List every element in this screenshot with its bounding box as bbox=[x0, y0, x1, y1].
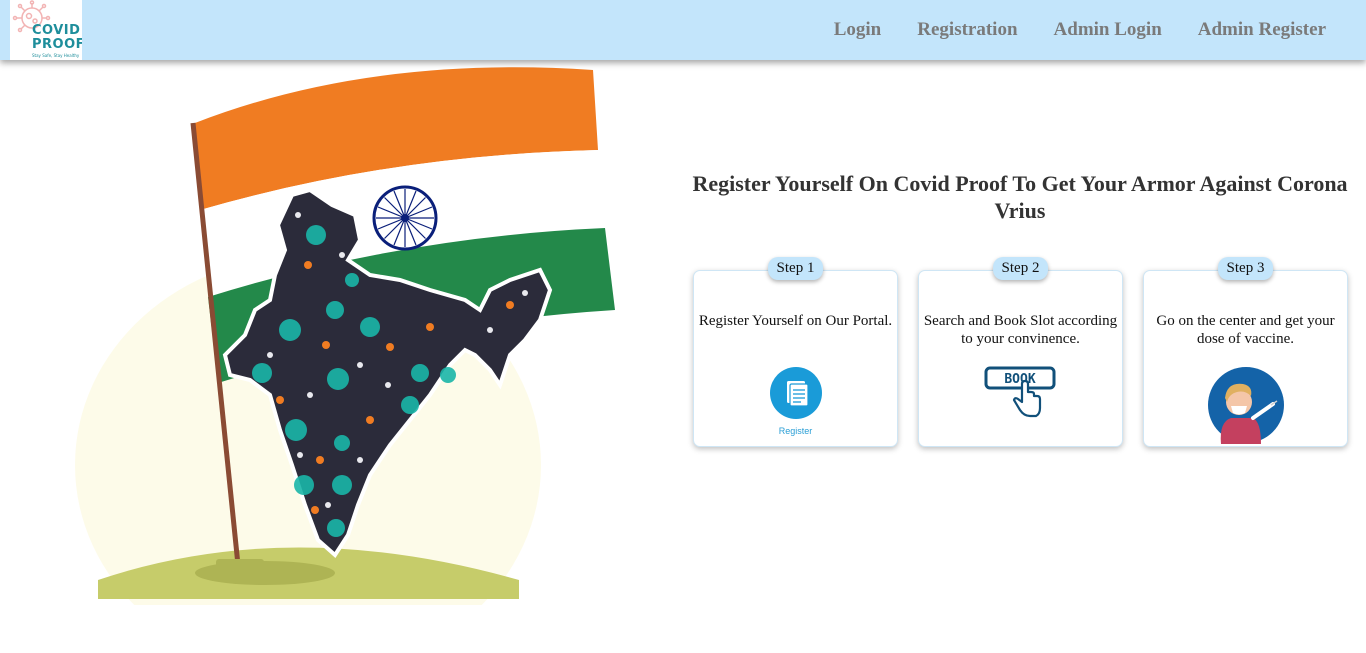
svg-text:BOOK: BOOK bbox=[1004, 372, 1035, 387]
nav-registration-link[interactable]: Registration bbox=[917, 19, 1017, 41]
nav-admin-register-link[interactable]: Admin Register bbox=[1198, 19, 1326, 41]
brand-tagline: Stay Safe, Stay Healthy bbox=[32, 53, 80, 58]
step-caption-1: Register bbox=[778, 426, 813, 436]
step-text-3: Go on the center and get your dose of va… bbox=[1156, 313, 1335, 347]
brand-name-line1: COVID bbox=[32, 23, 81, 38]
flag-pole-base bbox=[216, 559, 264, 568]
step-badge-3: Step 3 bbox=[1217, 257, 1274, 280]
nav-links: Login Registration Admin Login Admin Reg… bbox=[834, 0, 1326, 60]
brand-logo[interactable]: COVID PROOF Stay Safe, Stay Healthy bbox=[10, 0, 82, 60]
vaccination-icon[interactable] bbox=[1207, 366, 1285, 449]
step-text-1: Register Yourself on Our Portal. bbox=[698, 313, 893, 329]
navbar: COVID PROOF Stay Safe, Stay Healthy Logi… bbox=[0, 0, 1366, 60]
steps-section: Step 1 Register Yourself on Our Portal. … bbox=[693, 257, 1349, 449]
step-badge-1: Step 1 bbox=[767, 257, 824, 280]
step-card-3: Step 3 Go on the center and get your dos… bbox=[1143, 257, 1348, 449]
step-card-1: Step 1 Register Yourself on Our Portal. … bbox=[693, 257, 898, 447]
register-document-icon[interactable] bbox=[769, 366, 823, 425]
nav-login-link[interactable]: Login bbox=[834, 19, 882, 41]
brand-name-line2: PROOF bbox=[32, 37, 82, 52]
step-card-2: Step 2 Search and Book Slot according to… bbox=[918, 257, 1123, 447]
nav-admin-login-link[interactable]: Admin Login bbox=[1054, 19, 1162, 41]
step-text-2: Search and Book Slot according to your c… bbox=[923, 313, 1118, 347]
book-click-icon[interactable]: BOOK bbox=[984, 366, 1058, 427]
ashoka-chakra-icon bbox=[372, 185, 438, 251]
hero-headline: Register Yourself On Covid Proof To Get … bbox=[692, 171, 1348, 223]
brand-name: COVID PROOF bbox=[32, 24, 82, 52]
india-map-flag-illustration bbox=[75, 67, 615, 605]
step-badge-2: Step 2 bbox=[992, 257, 1049, 280]
